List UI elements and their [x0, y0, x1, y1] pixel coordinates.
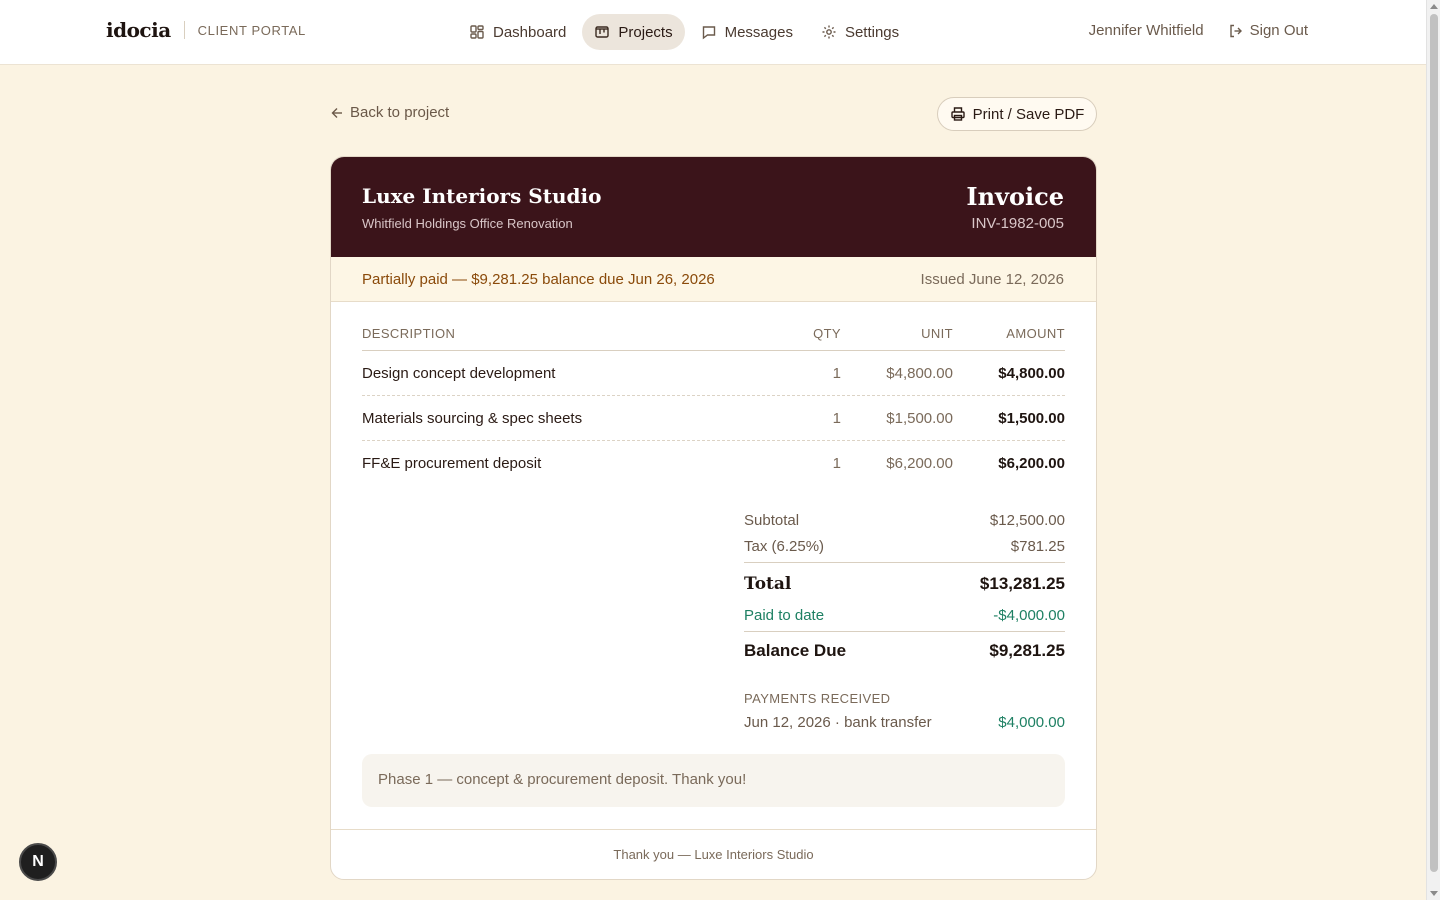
item-unit-price: $6,200.00	[886, 455, 953, 472]
paid-value: -$4,000.00	[993, 606, 1065, 624]
tax-label: Tax (6.25%)	[744, 537, 825, 555]
scrollbar-thumb[interactable]	[1430, 14, 1438, 872]
projects-icon	[595, 26, 610, 38]
payment-amount: $4,000.00	[998, 714, 1065, 731]
scroll-up-icon[interactable]	[1430, 4, 1438, 9]
sign-out-icon	[1229, 24, 1242, 37]
totals-summary: Subtotal $12,500.00 Tax (6.25%) $781.25 …	[744, 507, 1065, 731]
brand-divider	[183, 21, 185, 39]
payments-heading: PAYMENTS RECEIVED	[744, 691, 891, 706]
nav-projects-label: Projects	[618, 23, 673, 41]
back-to-project-link[interactable]: Back to project	[330, 104, 449, 121]
payment-status: Partially paid — $9,281.25 balance due J…	[362, 271, 715, 288]
invoice-note: Phase 1 — concept & procurement deposit.…	[362, 754, 1065, 807]
vertical-scrollbar[interactable]	[1426, 0, 1440, 900]
nav-dashboard-label: Dashboard	[493, 23, 567, 41]
portal-label: CLIENT PORTAL	[197, 22, 306, 38]
column-qty: QTY	[813, 326, 841, 341]
scroll-down-icon[interactable]	[1430, 891, 1438, 896]
top-navigation-bar: idocia CLIENT PORTAL Dashboard Projects …	[0, 0, 1426, 65]
total-value: $13,281.25	[979, 574, 1065, 593]
subtotal-row: Subtotal $12,500.00	[744, 507, 1065, 533]
item-unit-price: $4,800.00	[886, 364, 953, 382]
arrow-left-icon	[331, 107, 342, 118]
item-amount: $1,500.00	[998, 409, 1065, 427]
payment-status-bar: Partially paid — $9,281.25 balance due J…	[331, 257, 1096, 302]
nav-messages-label: Messages	[724, 23, 793, 41]
payment-description: Jun 12, 2026 · bank transfer	[744, 714, 932, 731]
table-row: FF&E procurement deposit 1 $6,200.00 $6,…	[362, 441, 1065, 486]
table-header: DESCRIPTION QTY UNIT AMOUNT	[362, 317, 1065, 351]
totals-divider	[744, 562, 1065, 563]
item-description: Materials sourcing & spec sheets	[362, 409, 583, 427]
sign-out-button[interactable]: Sign Out	[1228, 22, 1308, 39]
dashboard-icon	[470, 25, 484, 39]
floating-action-button[interactable]: N	[19, 843, 57, 881]
subtotal-label: Subtotal	[744, 511, 800, 529]
totals-divider	[744, 631, 1065, 632]
nav-settings[interactable]: Settings	[809, 14, 911, 50]
gear-icon	[822, 25, 836, 39]
paid-label: Paid to date	[744, 606, 825, 624]
logo[interactable]: idocia	[106, 18, 171, 42]
nav-projects[interactable]: Projects	[582, 14, 685, 50]
studio-name: Luxe Interiors Studio	[362, 184, 602, 208]
user-area: Jennifer Whitfield Sign Out	[1089, 22, 1308, 39]
payment-item: Jun 12, 2026 · bank transfer $4,000.00	[744, 714, 1065, 731]
subtotal-value: $12,500.00	[989, 511, 1065, 529]
item-qty: 1	[832, 409, 841, 427]
invoice-header: Luxe Interiors Studio Whitfield Holdings…	[331, 157, 1096, 257]
nav-messages[interactable]: Messages	[689, 14, 805, 50]
balance-due-label: Balance Due	[744, 641, 847, 660]
invoice-title: Invoice	[966, 182, 1064, 211]
project-name: Whitfield Holdings Office Renovation	[362, 216, 573, 231]
item-description: Design concept development	[362, 364, 556, 382]
line-items-table: DESCRIPTION QTY UNIT AMOUNT Design conce…	[362, 317, 1065, 486]
item-qty: 1	[832, 364, 841, 382]
balance-due-row: Balance Due $9,281.25	[744, 635, 1065, 667]
print-save-pdf-button[interactable]: Print / Save PDF	[937, 97, 1097, 131]
invoice-card: Luxe Interiors Studio Whitfield Holdings…	[330, 156, 1097, 880]
column-description: DESCRIPTION	[362, 326, 456, 341]
paid-to-date-row: Paid to date -$4,000.00	[744, 602, 1065, 628]
main-nav: Dashboard Projects Messages Settings	[457, 14, 911, 50]
printer-icon	[950, 107, 965, 121]
item-amount: $6,200.00	[998, 455, 1065, 472]
item-description: FF&E procurement deposit	[362, 455, 542, 472]
column-unit: UNIT	[921, 326, 953, 341]
table-row: Materials sourcing & spec sheets 1 $1,50…	[362, 396, 1065, 441]
invoice-number: INV-1982-005	[971, 215, 1064, 232]
message-icon	[702, 26, 715, 40]
print-button-label: Print / Save PDF	[972, 105, 1085, 123]
column-amount: AMOUNT	[1006, 326, 1065, 341]
issued-date: Issued June 12, 2026	[920, 271, 1064, 288]
item-qty: 1	[832, 455, 841, 472]
sign-out-label: Sign Out	[1249, 22, 1308, 39]
brand: idocia CLIENT PORTAL	[106, 18, 306, 42]
item-unit-price: $1,500.00	[886, 409, 953, 427]
tax-value: $781.25	[1010, 537, 1065, 555]
balance-due-value: $9,281.25	[989, 641, 1065, 660]
nav-dashboard[interactable]: Dashboard	[457, 14, 578, 50]
table-row: Design concept development 1 $4,800.00 $…	[362, 351, 1065, 396]
invoice-footer: Thank you — Luxe Interiors Studio	[331, 829, 1096, 879]
item-amount: $4,800.00	[998, 364, 1065, 382]
total-label: Total	[744, 574, 792, 594]
nav-settings-label: Settings	[844, 23, 900, 41]
tax-row: Tax (6.25%) $781.25	[744, 533, 1065, 559]
back-link-label: Back to project	[350, 104, 450, 121]
total-row: Total $13,281.25	[744, 566, 1065, 602]
user-name[interactable]: Jennifer Whitfield	[1089, 22, 1204, 39]
